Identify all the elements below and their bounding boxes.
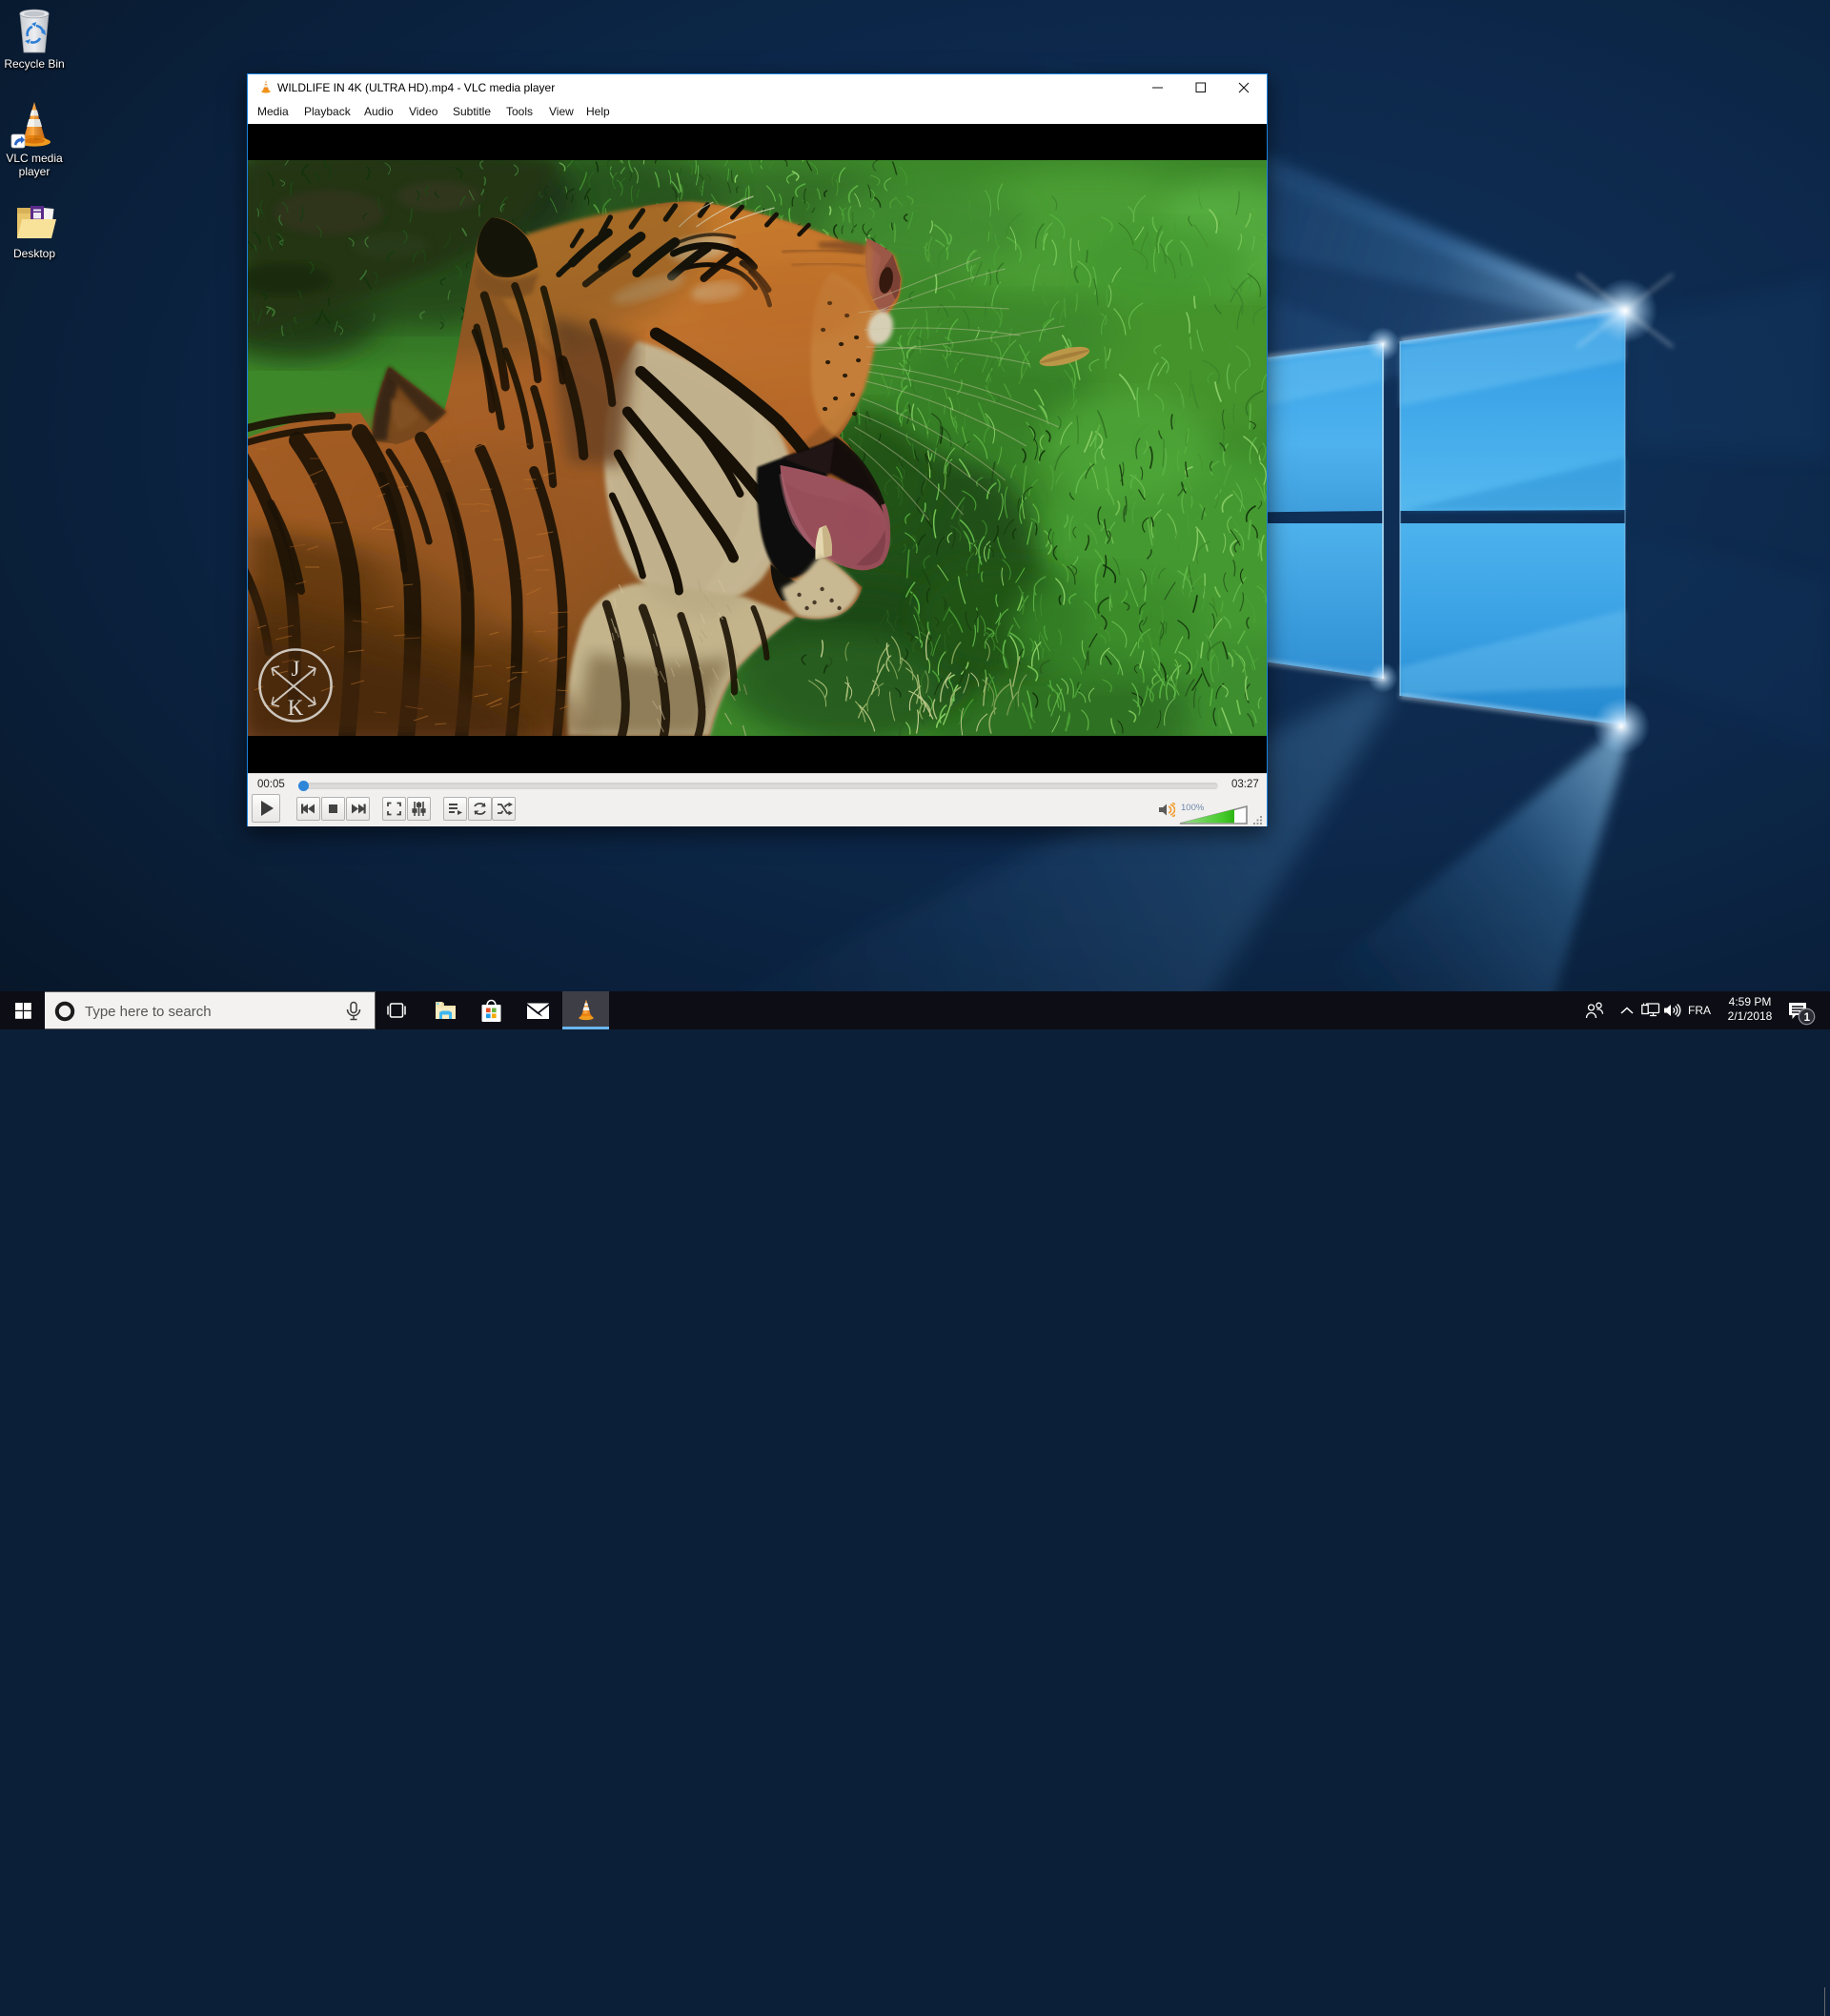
svg-text:J: J (292, 656, 300, 681)
svg-text:1: 1 (1804, 1012, 1811, 1024)
svg-text:K: K (288, 695, 304, 720)
